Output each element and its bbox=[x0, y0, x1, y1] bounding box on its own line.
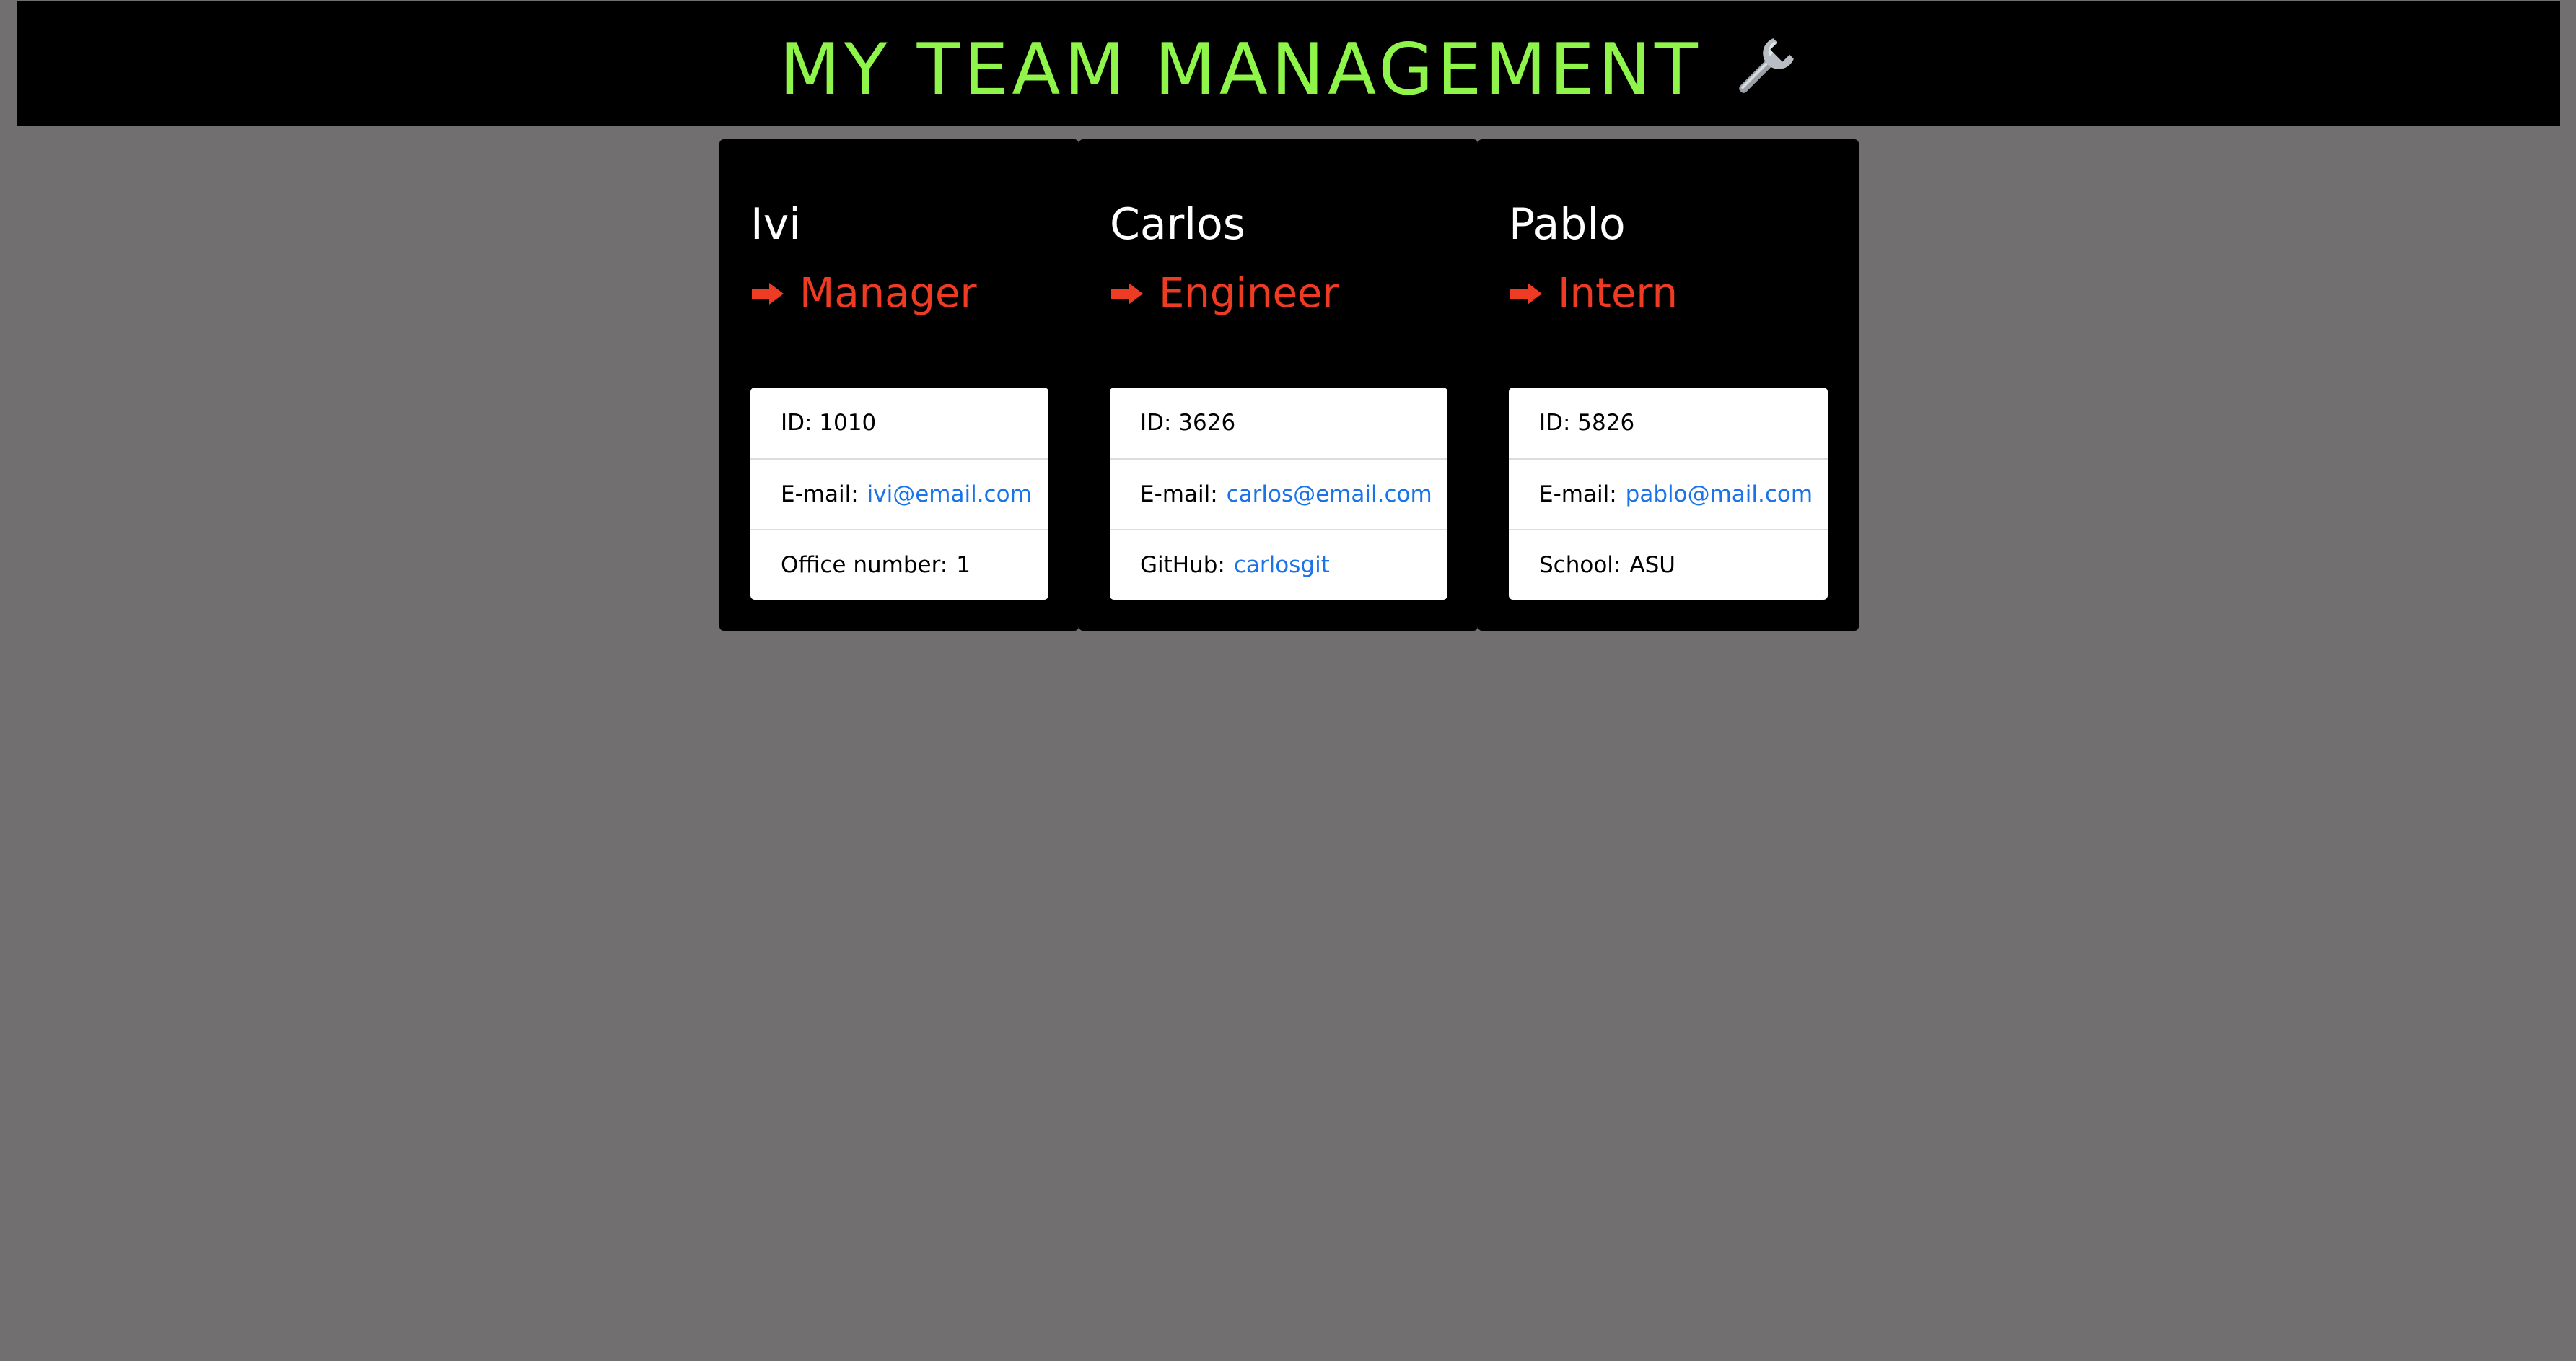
employee-id: ID: 5826 bbox=[1509, 388, 1828, 458]
page-title: MY TEAM MANAGEMENT bbox=[779, 28, 1701, 111]
employee-name: Ivi bbox=[750, 199, 801, 250]
employee-card-engineer: Carlos Engineer ID: 3626 E-mail: carlos@… bbox=[1079, 139, 1478, 631]
wrench-icon bbox=[1739, 38, 1794, 93]
email-link[interactable]: pablo@mail.com bbox=[1626, 481, 1813, 507]
github-row: GitHub: carlosgit bbox=[1110, 529, 1447, 600]
office-number-row: Office number: 1 bbox=[750, 529, 1048, 600]
employee-role: Engineer bbox=[1110, 273, 1339, 314]
employee-role: Intern bbox=[1509, 273, 1678, 314]
employee-id: ID: 1010 bbox=[750, 388, 1048, 458]
school-label: School: bbox=[1539, 552, 1621, 578]
employee-name: Pablo bbox=[1509, 199, 1626, 250]
employee-email-row: E-mail: pablo@mail.com bbox=[1509, 458, 1828, 529]
email-label: E-mail: bbox=[1539, 481, 1617, 507]
email-link[interactable]: ivi@email.com bbox=[867, 481, 1032, 507]
employee-email-row: E-mail: carlos@email.com bbox=[1110, 458, 1447, 529]
employee-role-label: Manager bbox=[799, 270, 977, 317]
school-value: ASU bbox=[1629, 552, 1675, 578]
page-header: MY TEAM MANAGEMENT bbox=[17, 1, 2560, 126]
employee-info-list: ID: 3626 E-mail: carlos@email.com GitHub… bbox=[1110, 388, 1447, 600]
school-row: School: ASU bbox=[1509, 529, 1828, 600]
employee-role-label: Engineer bbox=[1159, 270, 1339, 317]
github-link[interactable]: carlosgit bbox=[1234, 552, 1330, 578]
office-number-value: 1 bbox=[956, 552, 971, 578]
right-arrow-icon bbox=[1111, 283, 1143, 305]
employee-id-value: ID: 1010 bbox=[781, 410, 877, 436]
email-label: E-mail: bbox=[1140, 481, 1218, 507]
right-arrow-icon bbox=[752, 283, 784, 305]
github-label: GitHub: bbox=[1140, 552, 1225, 578]
email-label: E-mail: bbox=[781, 481, 859, 507]
employee-card-manager: Ivi Manager ID: 1010 E-mail: ivi@email.c… bbox=[719, 139, 1079, 631]
employee-info-list: ID: 5826 E-mail: pablo@mail.com School: … bbox=[1509, 388, 1828, 600]
header-title-group: MY TEAM MANAGEMENT bbox=[779, 34, 1798, 106]
employee-role-label: Intern bbox=[1558, 270, 1678, 317]
employee-id: ID: 3626 bbox=[1110, 388, 1447, 458]
employee-email-row: E-mail: ivi@email.com bbox=[750, 458, 1048, 529]
office-number-label: Office number: bbox=[781, 552, 948, 578]
employee-id-value: ID: 3626 bbox=[1140, 410, 1236, 436]
employee-info-list: ID: 1010 E-mail: ivi@email.com Office nu… bbox=[750, 388, 1048, 600]
employee-name: Carlos bbox=[1110, 199, 1245, 250]
email-link[interactable]: carlos@email.com bbox=[1227, 481, 1432, 507]
right-arrow-icon bbox=[1510, 283, 1542, 305]
employee-id-value: ID: 5826 bbox=[1539, 410, 1635, 436]
employee-card-intern: Pablo Intern ID: 5826 E-mail: pablo@mail… bbox=[1478, 139, 1859, 631]
employee-role: Manager bbox=[750, 273, 976, 314]
